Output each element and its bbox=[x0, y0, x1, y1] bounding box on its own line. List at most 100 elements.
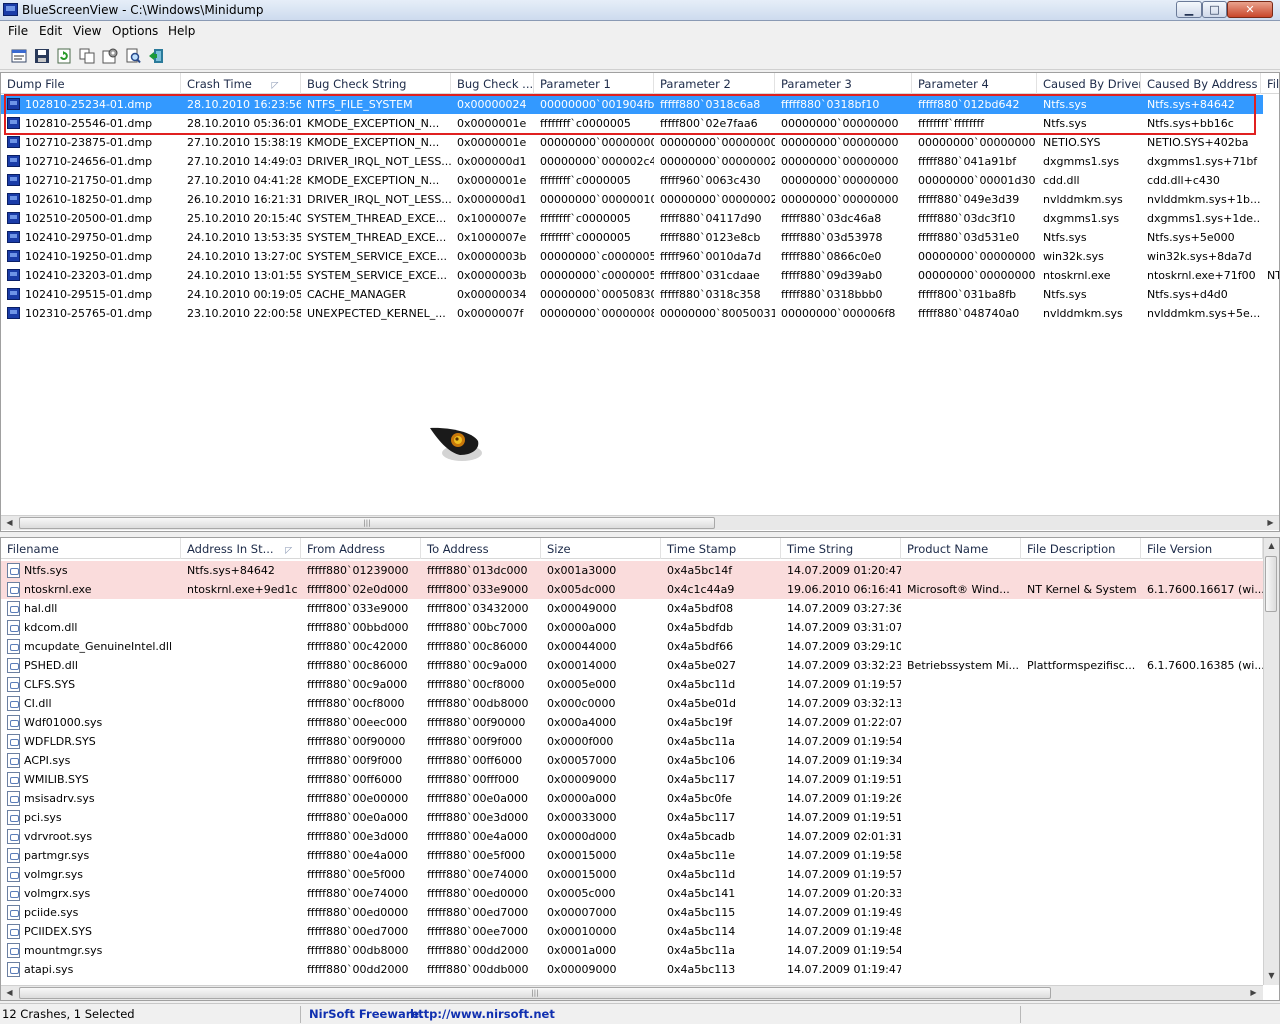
column-crash-time[interactable]: Crash Time ◸ bbox=[181, 73, 301, 94]
driver-row[interactable]: ACPI.sys fffff880`00f9f000 fffff880`00ff60… bbox=[1, 751, 1263, 770]
minimize-button[interactable]: ▁ bbox=[1176, 1, 1202, 18]
driver-row[interactable]: kdcom.dll fffff880`00bbd000 fffff880`00bc7… bbox=[1, 618, 1263, 637]
scroll-left-icon[interactable]: ◀ bbox=[1, 516, 18, 530]
crash-row[interactable]: 102810-25546-01.dmp 28.10.2010 05:36:01 KM… bbox=[1, 114, 1263, 133]
crash-row[interactable]: 102810-25234-01.dmp 28.10.2010 16:23:56 NT… bbox=[1, 95, 1263, 114]
crash-row[interactable]: 102710-21750-01.dmp 27.10.2010 04:41:28 KM… bbox=[1, 171, 1263, 190]
column-time-stamp[interactable]: Time Stamp bbox=[661, 538, 781, 559]
cell-time-stamp: 0x4a5bc114 bbox=[667, 925, 736, 938]
column-bug-check-string[interactable]: Bug Check String bbox=[301, 73, 451, 94]
cell-caused-by-address: Ntfs.sys+bb16c bbox=[1147, 117, 1234, 130]
column-size[interactable]: Size bbox=[541, 538, 661, 559]
close-button[interactable]: ✕ bbox=[1227, 1, 1273, 18]
advanced-options-icon[interactable] bbox=[101, 47, 119, 65]
column-parameter-4[interactable]: Parameter 4 bbox=[912, 73, 1037, 94]
driver-row[interactable]: msisadrv.sys fffff880`00e00000 fffff880`00… bbox=[1, 789, 1263, 808]
column-file-truncated[interactable]: Fil bbox=[1261, 73, 1279, 94]
crash-list-hscroll-thumb[interactable]: ||| bbox=[19, 517, 715, 529]
column-parameter-2[interactable]: Parameter 2 bbox=[654, 73, 775, 94]
column-from-address[interactable]: From Address bbox=[301, 538, 421, 559]
column-parameter-1[interactable]: Parameter 1 bbox=[534, 73, 654, 94]
cell-bug-check-string: CACHE_MANAGER bbox=[307, 288, 407, 301]
scroll-left-icon[interactable]: ◀ bbox=[1, 986, 18, 1000]
refresh-icon[interactable] bbox=[55, 47, 73, 65]
crash-list-hscrollbar[interactable]: ◀ ||| ▶ bbox=[1, 515, 1279, 530]
driver-row[interactable]: volmgrx.sys fffff880`00e74000 fffff880`00e… bbox=[1, 884, 1263, 903]
toolbar bbox=[0, 42, 1280, 70]
menu-file[interactable]: File bbox=[8, 24, 28, 38]
driver-row[interactable]: WDFLDR.SYS fffff880`00f90000 fffff880`00f9… bbox=[1, 732, 1263, 751]
crash-row[interactable]: 102410-29515-01.dmp 24.10.2010 00:19:05 CA… bbox=[1, 285, 1263, 304]
driver-list-vscroll-thumb[interactable] bbox=[1265, 556, 1277, 612]
cell-bug-check-code: 0x0000001e bbox=[457, 117, 527, 130]
scroll-down-icon[interactable]: ▼ bbox=[1264, 968, 1279, 984]
crash-row[interactable]: 102710-23875-01.dmp 27.10.2010 15:38:19 KM… bbox=[1, 133, 1263, 152]
column-parameter-3[interactable]: Parameter 3 bbox=[775, 73, 912, 94]
menu-help[interactable]: Help bbox=[168, 24, 195, 38]
driver-row[interactable]: mountmgr.sys fffff880`00db8000 fffff880`00… bbox=[1, 941, 1263, 960]
cell-file-version bbox=[1141, 865, 1263, 884]
menu-view[interactable]: View bbox=[73, 24, 101, 38]
crash-row[interactable]: 102310-25765-01.dmp 23.10.2010 22:00:58 UN… bbox=[1, 304, 1263, 323]
cell-file-version bbox=[1141, 713, 1263, 732]
crash-row[interactable]: 102610-18250-01.dmp 26.10.2010 16:21:31 DR… bbox=[1, 190, 1263, 209]
scroll-up-icon[interactable]: ▲ bbox=[1264, 538, 1279, 554]
driver-row[interactable]: Ntfs.sys Ntfs.sys+84642 fffff880`01239000 f… bbox=[1, 561, 1263, 580]
driver-row[interactable]: Wdf01000.sys fffff880`00eec000 fffff880`00… bbox=[1, 713, 1263, 732]
column-to-address[interactable]: To Address bbox=[421, 538, 541, 559]
crash-row[interactable]: 102410-23203-01.dmp 24.10.2010 13:01:55 SY… bbox=[1, 266, 1279, 285]
driver-row[interactable]: CLFS.SYS fffff880`00c9a000 fffff880`00cf80… bbox=[1, 675, 1263, 694]
column-bug-check-code[interactable]: Bug Check ... bbox=[451, 73, 534, 94]
driver-list-hscrollbar[interactable]: ◀ ||| ▶ bbox=[1, 985, 1263, 1000]
cell-product-name bbox=[901, 751, 1021, 770]
find-icon[interactable] bbox=[124, 47, 142, 65]
driver-row[interactable]: volmgr.sys fffff880`00e5f000 fffff880`00e7… bbox=[1, 865, 1263, 884]
column-product-name[interactable]: Product Name bbox=[901, 538, 1021, 559]
driver-list-vscrollbar[interactable]: ▲ ▼ bbox=[1263, 538, 1279, 985]
driver-row[interactable]: vdrvroot.sys fffff880`00e3d000 fffff880`00… bbox=[1, 827, 1263, 846]
driver-row[interactable]: hal.dll fffff800`033e9000 fffff800`0343200… bbox=[1, 599, 1263, 618]
column-file-version[interactable]: File Version bbox=[1141, 538, 1263, 559]
copy-icon[interactable] bbox=[78, 47, 96, 65]
cell-from-address: fffff880`00ff6000 bbox=[307, 773, 403, 786]
driver-row[interactable]: mcupdate_GenuineIntel.dll fffff880`00c420… bbox=[1, 637, 1263, 656]
driver-list-hscroll-thumb[interactable]: ||| bbox=[19, 987, 1051, 999]
scroll-right-icon[interactable]: ▶ bbox=[1262, 516, 1279, 530]
crash-row[interactable]: 102510-20500-01.dmp 25.10.2010 20:15:40 SY… bbox=[1, 209, 1263, 228]
save-icon[interactable] bbox=[33, 47, 51, 65]
cell-size: 0x00007000 bbox=[547, 906, 617, 919]
cell-bug-check-string: SYSTEM_SERVICE_EXCE... bbox=[307, 250, 448, 263]
column-dump-file[interactable]: Dump File bbox=[1, 73, 181, 94]
crash-row[interactable]: 102410-29750-01.dmp 24.10.2010 13:53:35 SY… bbox=[1, 228, 1263, 247]
column-file-description[interactable]: File Description bbox=[1021, 538, 1141, 559]
maximize-button[interactable]: □ bbox=[1202, 1, 1227, 18]
driver-row[interactable]: ntoskrnl.exe ntoskrnl.exe+9ed1c fffff800`0… bbox=[1, 580, 1263, 599]
driver-row[interactable]: pciide.sys fffff880`00ed0000 fffff880`00ed… bbox=[1, 903, 1263, 922]
menu-options[interactable]: Options bbox=[112, 24, 158, 38]
cell-caused-by-driver: Ntfs.sys bbox=[1043, 98, 1087, 111]
cell-parameter-1: ffffffff`c0000005 bbox=[540, 174, 631, 187]
scroll-right-icon[interactable]: ▶ bbox=[1245, 986, 1262, 1000]
menu-edit[interactable]: Edit bbox=[39, 24, 62, 38]
driver-row[interactable]: WMILIB.SYS fffff880`00ff6000 fffff880`00ff… bbox=[1, 770, 1263, 789]
driver-row[interactable]: partmgr.sys fffff880`00e4a000 fffff880`00e… bbox=[1, 846, 1263, 865]
column-time-string[interactable]: Time String bbox=[781, 538, 901, 559]
column-filename[interactable]: Filename bbox=[1, 538, 181, 559]
driver-row[interactable]: atapi.sys fffff880`00dd2000 fffff880`00ddb… bbox=[1, 960, 1263, 979]
cell-time-stamp: 0x4a5bc11d bbox=[667, 678, 736, 691]
exit-icon[interactable] bbox=[147, 47, 165, 65]
column-caused-by-address[interactable]: Caused By Address bbox=[1141, 73, 1261, 94]
driver-row[interactable]: CI.dll fffff880`00cf8000 fffff880`00db8000… bbox=[1, 694, 1263, 713]
driver-row[interactable]: pci.sys fffff880`00e0a000 fffff880`00e3d00… bbox=[1, 808, 1263, 827]
driver-row[interactable]: PCIIDEX.SYS fffff880`00ed7000 fffff880`00e… bbox=[1, 922, 1263, 941]
cell-to-address: fffff880`00fff000 bbox=[427, 773, 519, 786]
column-caused-by-driver[interactable]: Caused By Driver bbox=[1037, 73, 1141, 94]
properties-icon[interactable] bbox=[10, 47, 28, 65]
crash-row[interactable]: 102710-24656-01.dmp 27.10.2010 14:49:03 DR… bbox=[1, 152, 1263, 171]
cell-file-version bbox=[1141, 770, 1263, 789]
driver-row[interactable]: PSHED.dll fffff880`00c86000 fffff880`00c9a… bbox=[1, 656, 1263, 675]
column-address-in-stack[interactable]: Address In St... ◸ bbox=[181, 538, 301, 559]
cell-to-address: fffff880`013dc000 bbox=[427, 564, 528, 577]
nirsoft-url-link[interactable]: http://www.nirsoft.net bbox=[410, 1007, 555, 1021]
crash-row[interactable]: 102410-19250-01.dmp 24.10.2010 13:27:00 SY… bbox=[1, 247, 1263, 266]
